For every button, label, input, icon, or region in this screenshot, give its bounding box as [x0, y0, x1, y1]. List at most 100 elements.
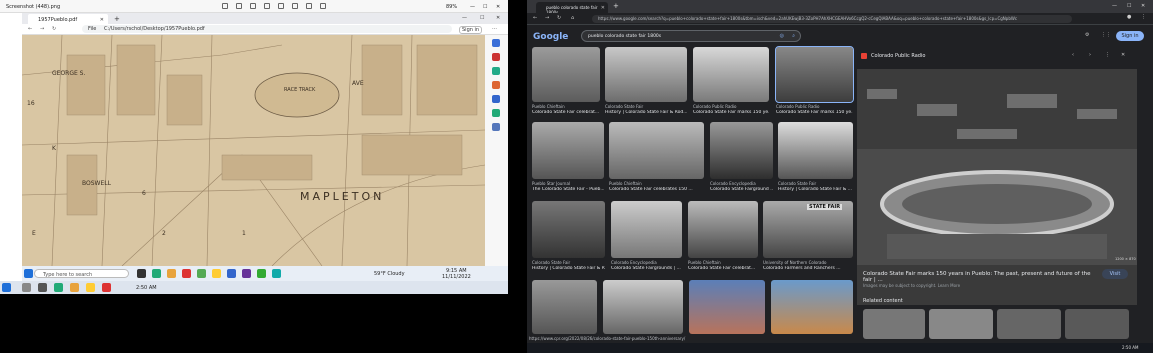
result-caption[interactable]: Colorado State Fair marks 150 ye... — [776, 110, 853, 115]
result-image[interactable] — [778, 122, 853, 179]
menu-icon[interactable]: ⋮ — [1141, 14, 1146, 20]
outer-search-icon[interactable] — [22, 283, 31, 292]
search-input[interactable]: pueblo colorado state fair 1800s ◎ ⌕ — [581, 30, 801, 42]
result-caption[interactable]: The Colorado State Fair - Pueb... — [532, 187, 604, 192]
tab-close-icon[interactable]: ✕ — [601, 5, 605, 11]
outer-edge-icon[interactable] — [54, 283, 63, 292]
close-panel-icon[interactable]: ✕ — [1121, 52, 1125, 58]
more-icon[interactable]: ⋮ — [1105, 52, 1110, 58]
apps-icon[interactable]: ⋮⋮ — [1101, 32, 1111, 38]
settings-icon[interactable]: ⚙ — [1085, 32, 1089, 38]
app4-icon[interactable] — [242, 269, 251, 278]
result-caption[interactable]: Colorado Farmers and Ranchers ... — [763, 266, 853, 271]
result-image[interactable] — [603, 280, 683, 334]
result-image[interactable] — [611, 201, 682, 258]
url-field[interactable]: https://www.google.com/search?q=pueblo+c… — [592, 15, 1072, 23]
result-image[interactable] — [605, 47, 687, 102]
drop-icon[interactable] — [492, 123, 500, 131]
chrome-icon[interactable] — [182, 269, 191, 278]
result-image-selected[interactable] — [775, 46, 854, 103]
related-image[interactable] — [929, 309, 993, 339]
zoom-icon[interactable] — [236, 3, 242, 9]
prev-icon[interactable]: ‹ — [1072, 52, 1074, 58]
new-tab-button[interactable]: + — [613, 2, 619, 10]
forward-icon[interactable]: → — [545, 15, 549, 21]
sign-in-button[interactable]: Sign in — [1116, 31, 1144, 41]
maximize-button[interactable]: ☐ — [483, 4, 487, 10]
edge-maximize-button[interactable]: ☐ — [480, 15, 484, 21]
app2-icon[interactable] — [212, 269, 221, 278]
result-image[interactable] — [532, 201, 605, 258]
edge-icon[interactable] — [152, 269, 161, 278]
maximize-button[interactable]: ☐ — [1127, 3, 1131, 9]
crop-icon[interactable] — [222, 3, 228, 9]
favorite-icon[interactable] — [292, 3, 298, 9]
task-view-icon[interactable] — [137, 269, 146, 278]
minimize-button[interactable]: — — [470, 4, 475, 10]
tab-pdf[interactable]: 1957Pueblo.pdf ✕ — [28, 14, 108, 24]
search-icon[interactable] — [492, 39, 500, 47]
result-caption[interactable]: Colorado State Fairground ... — [710, 187, 773, 192]
visit-button[interactable]: Visit — [1102, 269, 1128, 279]
edge-close-button[interactable]: ✕ — [496, 15, 500, 21]
result-image[interactable] — [688, 201, 758, 258]
result-caption[interactable]: Colorado State Fair celebrates 150 ... — [609, 187, 704, 192]
result-caption[interactable]: History | Colorado State Fair & R... — [532, 266, 605, 271]
close-button[interactable]: ✕ — [1141, 3, 1145, 9]
search-icon[interactable]: ⌕ — [792, 33, 795, 39]
outer-chrome-icon[interactable] — [102, 283, 111, 292]
refresh-icon[interactable]: ↻ — [557, 15, 561, 21]
start-icon[interactable] — [24, 269, 33, 278]
result-image[interactable] — [689, 280, 765, 334]
panel-source[interactable]: Colorado Public Radio — [871, 53, 925, 59]
app5-icon[interactable] — [257, 269, 266, 278]
delete-icon[interactable] — [278, 3, 284, 9]
games-icon[interactable] — [492, 109, 500, 117]
forward-icon[interactable]: → — [40, 26, 44, 32]
rotate-icon[interactable] — [250, 3, 256, 9]
result-image[interactable] — [532, 47, 600, 102]
refresh-icon[interactable]: ↻ — [52, 26, 56, 32]
edit-icon[interactable] — [264, 3, 270, 9]
result-image[interactable] — [532, 122, 604, 179]
minimize-button[interactable]: — — [1112, 3, 1117, 9]
home-icon[interactable]: ⌂ — [571, 15, 574, 21]
result-image[interactable] — [532, 280, 597, 334]
outer-taskview-icon[interactable] — [38, 283, 47, 292]
panel-title[interactable]: Colorado State Fair marks 150 years in P… — [863, 271, 1093, 283]
explorer-icon[interactable] — [167, 269, 176, 278]
app-icon[interactable] — [197, 269, 206, 278]
tab-google-images[interactable]: pueblo colorado state fair 1800s ✕ — [536, 2, 608, 15]
shopping-icon[interactable] — [492, 53, 500, 61]
related-image[interactable] — [863, 309, 925, 339]
tools-icon[interactable] — [492, 67, 500, 75]
result-caption[interactable]: History | Colorado State Fair & Rod... — [605, 110, 687, 115]
settings-more-icon[interactable]: … — [492, 25, 497, 31]
taskbar-search[interactable]: Type here to search — [34, 269, 129, 278]
tab-close-icon[interactable]: ✕ — [100, 17, 104, 23]
pdf-map-view[interactable]: RACE TRACK MAPLETON GEORGE S. BOSWELL AVE 1… — [22, 35, 485, 266]
result-image[interactable] — [609, 122, 704, 179]
more-icon[interactable] — [320, 3, 326, 9]
outer-start-icon[interactable] — [2, 283, 11, 292]
office-icon[interactable] — [492, 81, 500, 89]
next-icon[interactable]: › — [1089, 52, 1091, 58]
result-image[interactable] — [710, 122, 773, 179]
result-caption[interactable]: History | Colorado State Fair & ... — [778, 187, 853, 192]
app6-icon[interactable] — [272, 269, 281, 278]
url-field[interactable]: File C:/Users/rschol/Desktop/1957Pueblo.… — [82, 25, 452, 33]
close-button[interactable]: ✕ — [496, 4, 500, 10]
result-image[interactable] — [771, 280, 853, 334]
result-caption[interactable]: Colorado State Fair celebrat... — [688, 266, 758, 271]
related-image[interactable] — [1065, 309, 1129, 339]
share-icon[interactable] — [306, 3, 312, 9]
profile-icon[interactable]: ● — [1127, 14, 1131, 20]
google-logo[interactable]: Google — [533, 32, 568, 42]
outlook-icon[interactable] — [492, 95, 500, 103]
new-tab-button[interactable]: + — [114, 15, 120, 23]
result-caption[interactable]: Colorado State Fair marks 150 ye... — [693, 110, 769, 115]
result-caption[interactable]: Colorado State Fair celebrat... — [532, 110, 600, 115]
related-image[interactable] — [997, 309, 1061, 339]
result-caption[interactable]: Colorado State Fairgrounds | ... — [611, 266, 682, 271]
result-image[interactable] — [693, 47, 769, 102]
